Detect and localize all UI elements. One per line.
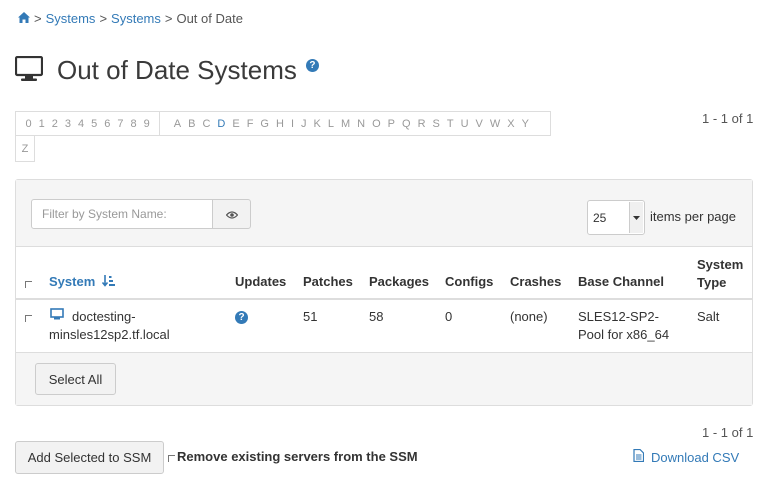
eye-icon <box>225 207 238 222</box>
alphabet-letter[interactable]: C <box>199 118 214 130</box>
table-toolbar: 25 items per page <box>16 180 752 247</box>
breadcrumb-separator: > <box>34 11 42 26</box>
home-icon[interactable] <box>18 11 30 26</box>
systems-table-panel: 25 items per page System Updates Patches… <box>15 179 753 406</box>
breadcrumb-separator: > <box>164 11 173 26</box>
alphabet-letter[interactable]: X <box>504 118 518 130</box>
alphabet-letter[interactable]: Q <box>399 118 415 130</box>
alphabet-letter[interactable]: Y <box>518 118 532 130</box>
breadcrumb-systems[interactable]: Systems <box>46 11 96 26</box>
alphabet-digit[interactable]: 6 <box>101 118 114 130</box>
download-csv-link[interactable]: Download CSV <box>633 448 739 465</box>
alphabet-letter[interactable]: V <box>472 118 486 130</box>
column-header-crashes: Crashes <box>510 274 562 289</box>
pagination-info-top: 1 - 1 of 1 <box>702 111 754 126</box>
base-channel-link[interactable]: SLES12-SP2- Pool for x86_64 <box>578 308 669 344</box>
select-all-checkbox[interactable] <box>25 281 32 288</box>
column-header-system[interactable]: System <box>49 274 115 291</box>
alphabet-letter[interactable]: K <box>310 118 324 130</box>
alphabet-letter[interactable]: R <box>414 118 429 130</box>
crashes-value: (none) <box>510 309 548 324</box>
alphabet-digit[interactable]: 2 <box>48 118 61 130</box>
alphabet-letter[interactable]: T <box>443 118 457 130</box>
alphabet-letter[interactable]: I <box>287 118 297 130</box>
alphabet-digits: 0123456789 <box>16 112 159 135</box>
alphabet-letter[interactable]: A <box>170 118 184 130</box>
page-title: Out of Date Systems <box>57 54 297 85</box>
alphabet-letter[interactable]: G <box>257 118 273 130</box>
column-header-base-channel: Base Channel <box>578 274 664 289</box>
row-checkbox[interactable] <box>25 315 32 322</box>
column-header-patches: Patches <box>303 274 353 289</box>
system-type-value: Salt <box>697 309 720 324</box>
alphabet-letter[interactable]: O <box>369 118 385 130</box>
chevron-down-icon <box>629 202 643 233</box>
header-divider <box>16 298 752 300</box>
alphabet-digit[interactable]: 9 <box>140 118 153 130</box>
alphabet-letter[interactable]: J <box>298 118 311 130</box>
alphabet-letter[interactable]: Z <box>15 136 35 162</box>
column-header-updates: Updates <box>235 274 287 289</box>
items-per-page-label: items per page <box>650 209 736 224</box>
items-per-page-select[interactable]: 25 <box>587 200 645 235</box>
table-footer: Select All <box>16 352 752 405</box>
filter-button[interactable] <box>212 199 251 229</box>
alphabet-letters: ABCDEFGHIJKLMNOPQRSTUVWXY <box>159 112 538 135</box>
items-per-page-value: 25 <box>593 210 607 225</box>
breadcrumb-separator: > <box>99 11 108 26</box>
remove-ssm-checkbox[interactable] <box>168 455 175 462</box>
system-link[interactable]: doctesting- minsles12sp2.tf.local <box>49 308 170 344</box>
pagination-info-bottom: 1 - 1 of 1 <box>702 425 754 440</box>
alphabet-digit[interactable]: 3 <box>61 118 74 130</box>
column-header-configs: Configs <box>445 274 494 289</box>
alphabet-letter[interactable]: D <box>214 118 229 130</box>
breadcrumb: > Systems > Systems > Out of Date <box>18 11 243 26</box>
page-header: Out of Date Systems ? <box>14 52 319 88</box>
alphabet-digit[interactable]: 8 <box>127 118 140 130</box>
column-header-packages: Packages <box>369 274 429 289</box>
alphabet-letter[interactable]: H <box>272 118 287 130</box>
remove-ssm-label: Remove existing servers from the SSM <box>177 449 418 464</box>
csv-file-icon <box>633 448 645 465</box>
sort-icon <box>101 275 115 291</box>
alphabet-digit[interactable]: 5 <box>88 118 101 130</box>
alphabet-letter[interactable]: W <box>486 118 503 130</box>
alphabet-letter[interactable]: B <box>185 118 199 130</box>
configs-value: 0 <box>445 309 453 324</box>
alphabet-letter[interactable]: E <box>229 118 243 130</box>
alphabet-letter[interactable]: N <box>354 118 369 130</box>
breadcrumb-current: Out of Date <box>176 11 243 26</box>
alphabet-letter[interactable]: U <box>457 118 472 130</box>
alphabet-digit[interactable]: 0 <box>22 118 35 130</box>
breadcrumb-systems-2[interactable]: Systems <box>111 11 161 26</box>
alphabet-digit[interactable]: 7 <box>114 118 127 130</box>
help-icon[interactable]: ? <box>235 311 248 324</box>
monitor-icon <box>14 55 57 85</box>
add-selected-to-ssm-button[interactable]: Add Selected to SSM <box>15 441 164 474</box>
alphabet-digit[interactable]: 1 <box>35 118 48 130</box>
column-header-system-type: System Type <box>697 257 744 290</box>
alphabet-digit[interactable]: 4 <box>75 118 88 130</box>
filter-system-input[interactable] <box>31 199 213 229</box>
help-icon[interactable]: ? <box>305 58 319 72</box>
alphabet-filter: 0123456789 ABCDEFGHIJKLMNOPQRSTUVWXY Z <box>15 111 551 162</box>
alphabet-letter[interactable]: S <box>429 118 443 130</box>
alphabet-letter[interactable]: F <box>243 118 257 130</box>
alphabet-letter[interactable]: M <box>337 118 353 130</box>
alphabet-letter[interactable]: P <box>384 118 398 130</box>
select-all-button[interactable]: Select All <box>35 363 116 395</box>
patches-link[interactable]: 51 <box>303 308 317 326</box>
alphabet-letter[interactable]: L <box>324 118 337 130</box>
packages-link[interactable]: 58 <box>369 308 383 326</box>
